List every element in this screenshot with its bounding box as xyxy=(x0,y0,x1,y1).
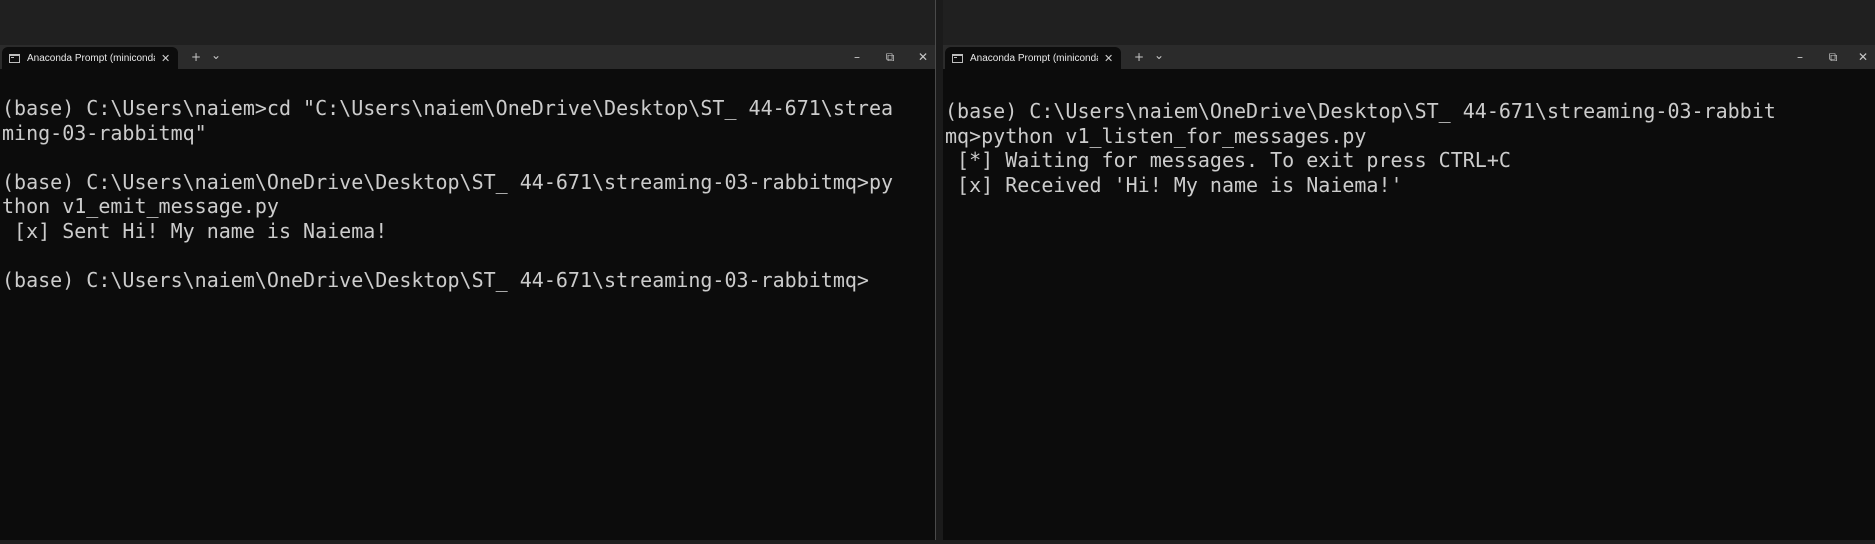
terminal-line: (base) C:\Users\naiem>cd "C:\Users\naiem… xyxy=(2,96,894,120)
close-window-button[interactable]: ✕ xyxy=(1855,49,1871,65)
terminal-line: (base) C:\Users\naiem\OneDrive\Desktop\S… xyxy=(945,99,1776,123)
tab-anaconda-prompt[interactable]: Anaconda Prompt (minicondа ✕ xyxy=(2,47,178,69)
title-bar[interactable]: Anaconda Prompt (minicondа ✕ + ⌄ – ⧉ ✕ xyxy=(0,45,935,69)
terminal-line: ming-03-rabbitmq" xyxy=(2,120,207,145)
terminal-window-listener[interactable]: Anaconda Prompt (minicondа ✕ + ⌄ – ⧉ ✕ (… xyxy=(943,45,1875,544)
bottom-edge xyxy=(0,540,1875,544)
minimize-button[interactable]: – xyxy=(849,49,865,65)
tab-dropdown-icon[interactable]: ⌄ xyxy=(1151,47,1167,63)
terminal-line: [x] Sent Hi! My name is Naiema! xyxy=(2,218,388,243)
minimize-button[interactable]: – xyxy=(1792,49,1808,65)
tab-dropdown-icon[interactable]: ⌄ xyxy=(208,47,224,63)
terminal-icon xyxy=(952,53,963,63)
terminal-line: [x] Received 'Hi! My name is Naiema!' xyxy=(945,172,1403,197)
terminal-output[interactable]: (base) C:\Users\naiem\OneDrive\Desktop\S… xyxy=(945,69,1875,544)
title-bar[interactable]: Anaconda Prompt (minicondа ✕ + ⌄ – ⧉ ✕ xyxy=(943,45,1875,69)
terminal-line: mq>python v1_listen_for_messages.py xyxy=(945,123,1367,148)
new-tab-button[interactable]: + xyxy=(188,49,204,65)
new-tab-button[interactable]: + xyxy=(1131,49,1147,65)
terminal-line: thon v1_emit_message.py xyxy=(2,194,279,219)
tab-title: Anaconda Prompt (minicondа xyxy=(970,52,1098,64)
close-tab-icon[interactable]: ✕ xyxy=(1104,53,1113,64)
terminal-line: (base) C:\Users\naiem\OneDrive\Desktop\S… xyxy=(2,169,894,194)
window-splitter xyxy=(935,0,943,544)
maximize-button[interactable]: ⧉ xyxy=(882,49,898,65)
tab-anaconda-prompt[interactable]: Anaconda Prompt (minicondа ✕ xyxy=(945,47,1121,69)
terminal-window-sender[interactable]: Anaconda Prompt (minicondа ✕ + ⌄ – ⧉ ✕ (… xyxy=(0,45,935,544)
terminal-prompt-line: (base) C:\Users\naiem\OneDrive\Desktop\S… xyxy=(2,268,869,293)
maximize-button[interactable]: ⧉ xyxy=(1825,49,1841,65)
close-tab-icon[interactable]: ✕ xyxy=(161,53,170,64)
window-divider xyxy=(935,0,936,544)
close-window-button[interactable]: ✕ xyxy=(915,49,931,65)
terminal-line: [*] Waiting for messages. To exit press … xyxy=(945,148,1511,173)
terminal-icon xyxy=(9,53,20,63)
terminal-output[interactable]: (base) C:\Users\naiem>cd "C:\Users\naiem… xyxy=(2,69,935,544)
tab-title: Anaconda Prompt (minicondа xyxy=(27,52,155,64)
